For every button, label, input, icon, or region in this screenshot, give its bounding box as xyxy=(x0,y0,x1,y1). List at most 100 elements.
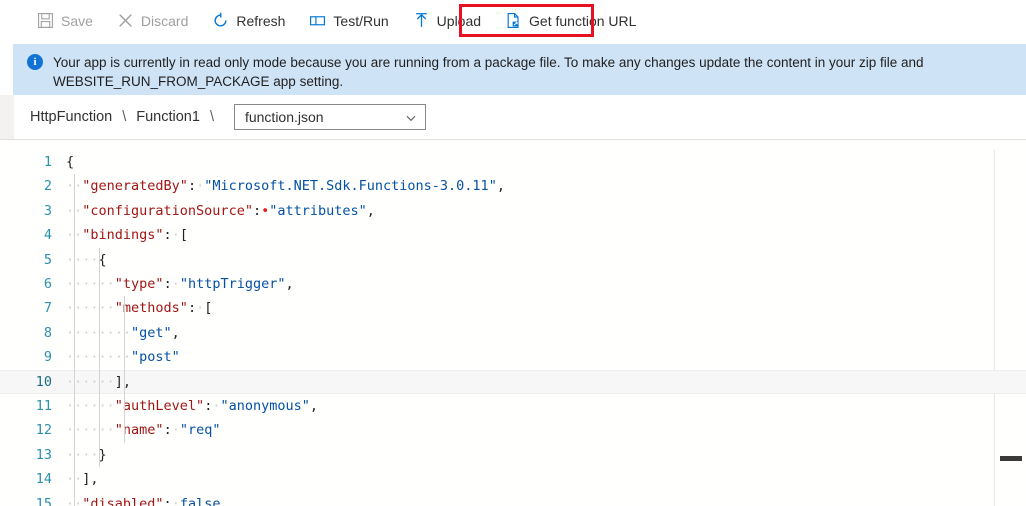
code-token-punct: [ xyxy=(204,300,213,317)
code-line[interactable]: 6 ······"type":·"httpTrigger", xyxy=(0,272,1026,296)
code-token-ws: · xyxy=(171,495,180,506)
code-token-punct: , xyxy=(496,178,505,195)
info-icon: i xyxy=(27,54,43,70)
line-number: 10 xyxy=(35,373,52,390)
code-token-punct: , xyxy=(309,398,319,414)
refresh-button[interactable]: Refresh xyxy=(203,6,294,36)
code-token-dot: • xyxy=(261,202,270,219)
testrun-icon xyxy=(309,12,326,29)
code-token-str: "httpTrigger" xyxy=(179,276,286,292)
line-number: 13 xyxy=(35,446,52,463)
line-number: 9 xyxy=(43,349,52,366)
banner-message: Your app is currently in read only mode … xyxy=(53,55,924,89)
code-token-punct: : xyxy=(163,495,172,506)
code-token-ws: · xyxy=(196,178,205,195)
chevron-down-icon xyxy=(405,111,417,123)
code-token-str: "post" xyxy=(131,349,180,366)
code-token-key: "bindings" xyxy=(82,227,164,244)
file-select-value: function.json xyxy=(244,109,324,125)
test-run-button[interactable]: Test/Run xyxy=(300,6,397,36)
code-line[interactable]: 12 ······"name":·"req" xyxy=(0,418,1026,442)
code-line[interactable]: 10 ······], xyxy=(0,369,1026,394)
code-token-ws: ···· xyxy=(66,251,99,268)
code-text: ········"post" xyxy=(66,345,180,369)
code-token-punct: ], xyxy=(114,373,132,390)
breadcrumb-function[interactable]: Function1 xyxy=(136,109,200,125)
code-token-punct: , xyxy=(366,202,375,219)
code-token-key: "configurationSource" xyxy=(82,202,253,219)
indent-guide xyxy=(99,247,100,468)
line-number: 11 xyxy=(35,398,52,414)
breadcrumb-app[interactable]: HttpFunction xyxy=(30,109,112,125)
editor-content[interactable]: 1{2··"generatedBy":·"Microsoft.NET.Sdk.F… xyxy=(0,141,1026,506)
code-line[interactable]: 2··"generatedBy":·"Microsoft.NET.Sdk.Fun… xyxy=(0,174,1026,198)
code-text: ··], xyxy=(66,467,99,491)
code-token-punct: : xyxy=(252,202,262,219)
code-line[interactable]: 9 ········"post" xyxy=(0,345,1026,369)
code-line[interactable]: 3 ··"configurationSource":•"attributes", xyxy=(0,199,1026,223)
breadcrumb-separator-1: \ xyxy=(122,109,127,125)
code-text: ··"generatedBy":·"Microsoft.NET.Sdk.Func… xyxy=(66,174,505,198)
indent-guide xyxy=(124,296,125,443)
get-function-url-button[interactable]: Get function URL xyxy=(496,6,645,36)
code-token-punct: , xyxy=(220,495,229,506)
discard-label: Discard xyxy=(140,12,189,29)
code-line[interactable]: 11 ······"authLevel":·"anonymous", xyxy=(0,394,1026,418)
code-line[interactable]: 8 ········"get", xyxy=(0,321,1026,345)
code-text: ····{ xyxy=(66,248,107,272)
code-token-lit: false xyxy=(179,495,221,506)
code-token-str: "attributes" xyxy=(269,202,367,219)
code-token-punct: , xyxy=(171,324,180,341)
line-number: 7 xyxy=(43,300,52,317)
test-run-label: Test/Run xyxy=(333,12,389,29)
upload-label: Upload xyxy=(436,12,482,29)
get-function-url-label: Get function URL xyxy=(529,12,637,29)
code-token-punct: { xyxy=(66,154,75,170)
line-number: 3 xyxy=(43,202,52,219)
line-number: 14 xyxy=(35,471,52,488)
code-line[interactable]: 15 ··"disabled":·false, xyxy=(0,492,1026,506)
discard-button[interactable]: Discard xyxy=(108,6,197,36)
code-token-ws: · xyxy=(196,300,205,317)
code-line[interactable]: 13 ····} xyxy=(0,443,1026,467)
code-line[interactable]: 14 ··], xyxy=(0,467,1026,491)
code-text: ······"methods":·[ xyxy=(66,296,212,320)
save-icon xyxy=(37,12,54,29)
code-token-punct: [ xyxy=(179,227,188,244)
code-line[interactable]: 7 ······"methods":·[ xyxy=(0,296,1026,320)
code-token-ws: · xyxy=(171,276,180,292)
code-token-punct: : xyxy=(163,227,172,244)
code-token-str: "anonymous" xyxy=(220,398,310,414)
code-editor[interactable]: 1{2··"generatedBy":·"Microsoft.NET.Sdk.F… xyxy=(0,141,1026,506)
discard-icon xyxy=(117,12,134,29)
code-token-punct: : xyxy=(163,276,172,292)
upload-button[interactable]: Upload xyxy=(404,6,490,36)
code-token-key: "name" xyxy=(114,422,164,439)
code-line[interactable]: 5 ····{ xyxy=(0,248,1026,272)
code-token-str: "req" xyxy=(179,422,221,439)
code-token-str: "get" xyxy=(131,324,172,341)
code-line[interactable]: 1{ xyxy=(0,150,1026,174)
code-token-ws: · xyxy=(171,422,180,439)
code-text: ······"name":·"req" xyxy=(66,418,220,442)
refresh-icon xyxy=(212,12,229,29)
code-text: ··"disabled":·false, xyxy=(66,492,229,506)
line-number: 15 xyxy=(35,495,52,506)
code-text: ········"get", xyxy=(66,321,180,345)
read-only-info-banner: i Your app is currently in read only mod… xyxy=(13,44,1026,95)
file-select-dropdown[interactable]: function.json xyxy=(233,104,426,130)
code-line[interactable]: 4 ··"bindings":·[ xyxy=(0,223,1026,247)
code-token-punct: , xyxy=(285,276,294,292)
breadcrumb: HttpFunction \ Function1 \ function.json xyxy=(0,95,1026,140)
code-token-key: "authLevel" xyxy=(114,398,205,414)
line-number: 4 xyxy=(43,227,52,244)
refresh-label: Refresh xyxy=(236,12,286,29)
code-token-key: "type" xyxy=(114,276,164,292)
code-token-punct: : xyxy=(187,300,197,317)
code-token-punct: : xyxy=(187,178,197,195)
code-text: ··"bindings":·[ xyxy=(66,223,188,247)
code-token-key: "methods" xyxy=(114,300,188,317)
save-label: Save xyxy=(61,12,93,29)
code-text: ······"type":·"httpTrigger", xyxy=(66,272,294,296)
save-button[interactable]: Save xyxy=(28,6,102,36)
